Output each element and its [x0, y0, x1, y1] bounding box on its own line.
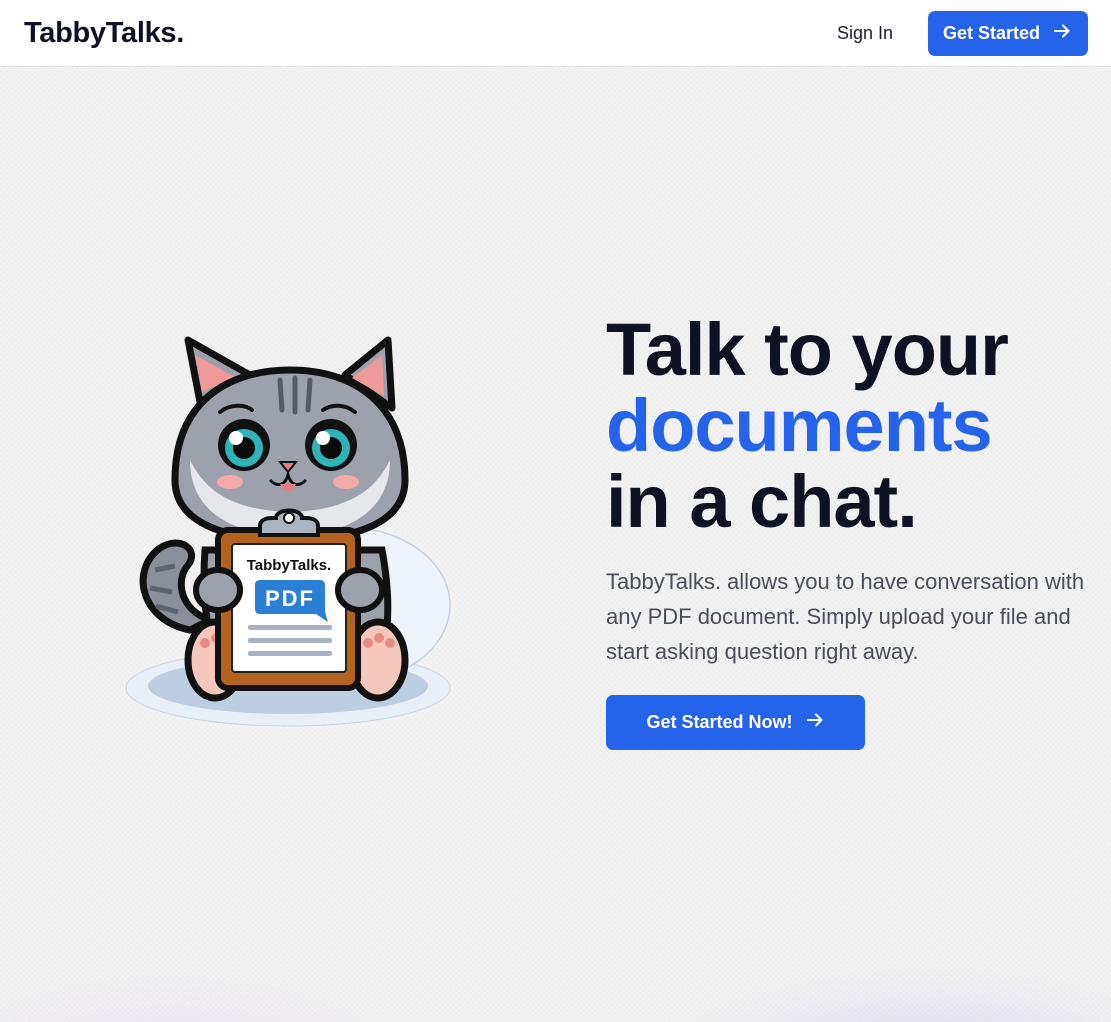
hero-title-line2: documents: [606, 384, 993, 467]
get-started-now-button[interactable]: Get Started Now!: [606, 695, 865, 750]
brand-logo[interactable]: TabbyTalks.: [24, 17, 184, 50]
hero-title: Talk to your documents in a chat.: [606, 312, 1086, 540]
cta-label: Get Started Now!: [646, 712, 793, 732]
arrow-right-icon: [805, 710, 825, 735]
hero-title-line1: Talk to your: [606, 308, 1009, 391]
sign-in-link[interactable]: Sign In: [837, 23, 893, 44]
get-started-label: Get Started: [943, 22, 1041, 43]
pdf-badge-text: PDF: [265, 586, 315, 611]
hero-section: Talk to your documents in a chat. TabbyT…: [606, 312, 1086, 750]
cat-mascot-illustration: TabbyTalks. PDF: [120, 330, 460, 730]
hero-description: TabbyTalks. allows you to have conversat…: [606, 569, 1085, 664]
get-started-button[interactable]: Get Started: [928, 10, 1088, 56]
clipboard-brand-text: TabbyTalks.: [247, 557, 331, 574]
top-nav: TabbyTalks. Sign In Get Started: [0, 0, 1111, 67]
hero-title-line3: in a chat.: [606, 460, 918, 543]
arrow-right-icon: [1052, 21, 1072, 46]
nav-actions: Sign In Get Started: [837, 10, 1088, 56]
